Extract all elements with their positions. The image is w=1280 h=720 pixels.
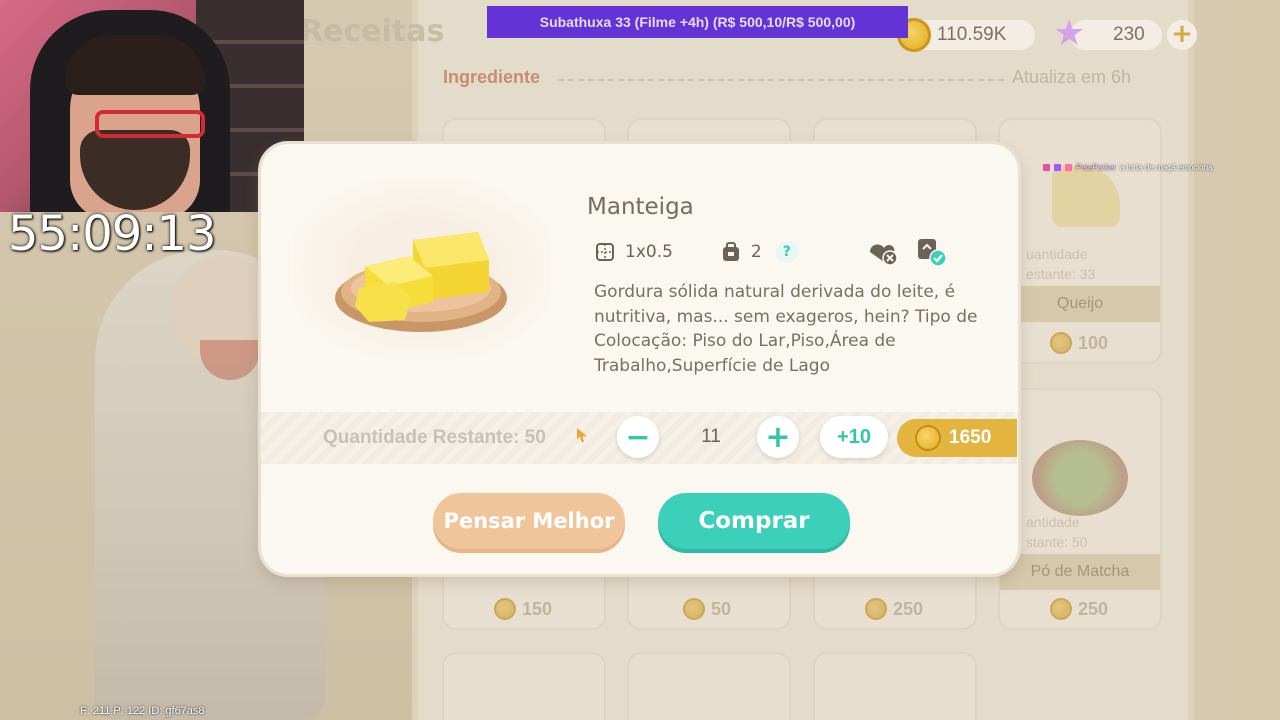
quantity-value[interactable]: 11 (686, 426, 736, 448)
add-ten-button[interactable]: +10 (820, 416, 888, 458)
item-name: Manteiga (587, 194, 694, 220)
item-image (293, 180, 551, 358)
butter-icon (335, 232, 507, 332)
add-currency-button[interactable]: + (1167, 20, 1197, 50)
increase-quantity-button[interactable]: + (757, 416, 799, 458)
help-icon[interactable]: ? (775, 241, 798, 263)
stream-timer: 55:09:13 (8, 206, 217, 262)
item-owned-count: 2 (750, 242, 762, 262)
cancel-button[interactable]: Pensar Melhor (433, 493, 625, 549)
donation-banner: Subathuxa 33 (Filme +4h) (R$ 500,10/R$ 5… (487, 6, 908, 38)
not-tradeable-icon (866, 238, 900, 266)
streamer-hair (65, 35, 205, 95)
badge-icon (1043, 164, 1050, 171)
item-size: 1x0.5 (625, 242, 673, 262)
decrease-quantity-button[interactable]: − (617, 416, 659, 458)
purchase-dialog: Manteiga 1x0.5 2 ? Gordura sólida natura… (258, 141, 1021, 577)
badge-icon (1054, 164, 1061, 171)
inventory-icon (721, 241, 741, 263)
collection-checked-icon (914, 237, 948, 267)
total-price-value: 1650 (949, 427, 992, 448)
badge-icon (1065, 164, 1072, 171)
quantity-remaining: Quantidade Restante: 50 (323, 427, 546, 448)
chat-username: PeteParker (1076, 163, 1117, 172)
grid-size-icon (595, 242, 615, 262)
item-attributes: 1x0.5 2 ? (595, 237, 948, 267)
buy-button[interactable]: Comprar (658, 493, 850, 549)
total-price: 1650 (897, 419, 1017, 457)
chat-message: PeteParker a torta de maçã emociona (1043, 163, 1213, 172)
coin-icon (915, 425, 941, 451)
star-icon: ★ (1053, 13, 1086, 54)
glasses (95, 110, 205, 138)
chat-text: a torta de maçã emociona (1120, 163, 1213, 172)
stream-stats: F: 211 P: 122 ID: gf67as8 (80, 705, 205, 717)
item-description: Gordura sólida natural derivada do leite… (594, 282, 978, 376)
